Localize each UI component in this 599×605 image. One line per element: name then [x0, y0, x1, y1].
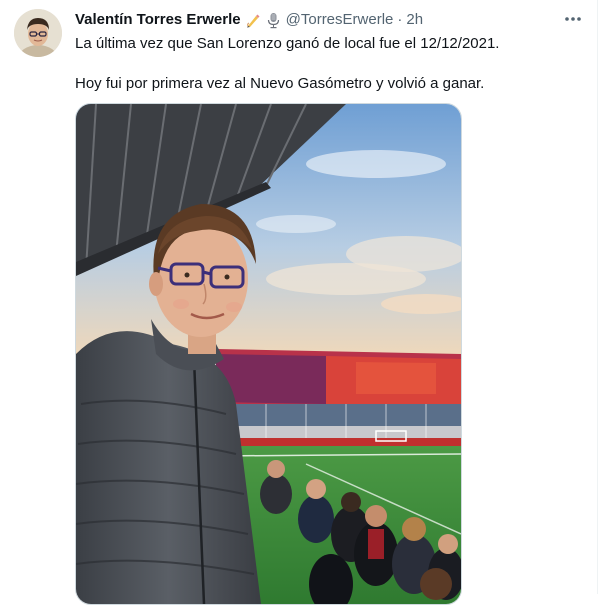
- tweet-photo[interactable]: [75, 103, 462, 605]
- display-name[interactable]: Valentín Torres Erwerle: [75, 10, 241, 30]
- stadium-photo-image: [76, 104, 461, 604]
- writing-hand-icon: [246, 14, 260, 27]
- tweet-text-line: Hoy fui por primera vez al Nuevo Gasómet…: [75, 75, 485, 92]
- more-horizontal-icon: [565, 17, 581, 21]
- separator-dot: ·: [397, 11, 403, 28]
- tweet-card[interactable]: Valentín Torres Erwerle @TorresErwerle ·…: [0, 0, 597, 605]
- name-emojis: [245, 12, 282, 29]
- tweet-header: Valentín Torres Erwerle @TorresErwerle ·…: [75, 10, 423, 30]
- microphone-icon: [267, 12, 279, 28]
- timeline-divider: [597, 0, 598, 594]
- avatar-image: [14, 9, 62, 57]
- more-options-button[interactable]: [560, 8, 586, 30]
- tweet-text-line: La última vez que San Lorenzo ganó de lo…: [75, 35, 500, 52]
- avatar[interactable]: [14, 9, 62, 57]
- user-handle[interactable]: @TorresErwerle: [286, 10, 394, 30]
- timestamp[interactable]: 2h: [406, 10, 423, 30]
- tweet-text: La última vez que San Lorenzo ganó de lo…: [75, 34, 580, 94]
